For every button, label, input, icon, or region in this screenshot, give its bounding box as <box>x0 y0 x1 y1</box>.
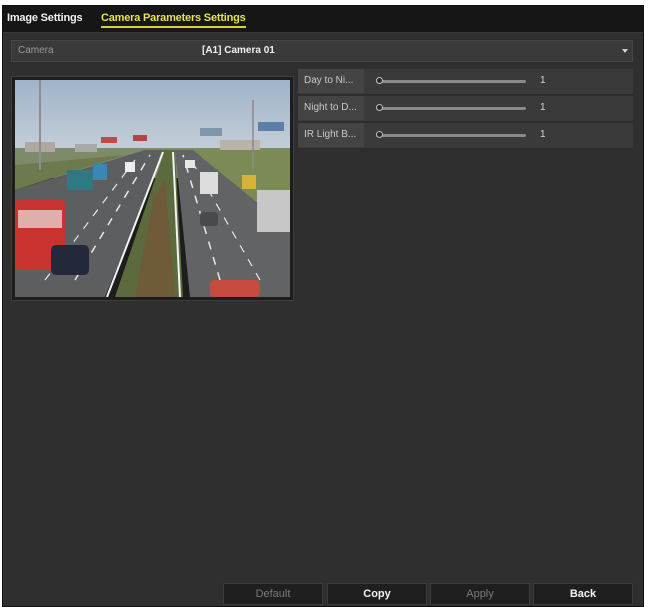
active-tab-underline <box>101 26 246 28</box>
camera-parameters-window: Image Settings Camera Parameters Setting… <box>2 5 644 607</box>
param-value-night-to-day: 1 <box>540 102 546 113</box>
param-label-night-to-day: Night to D... <box>298 96 364 120</box>
param-value-day-to-night: 1 <box>540 75 546 86</box>
param-value-ir-light: 1 <box>540 129 546 140</box>
tab-camera-parameters-settings[interactable]: Camera Parameters Settings <box>101 12 246 28</box>
tab-bar: Image Settings Camera Parameters Setting… <box>3 6 643 33</box>
action-button-bar: Default Copy Apply Back <box>223 583 643 605</box>
param-label-ir-light: IR Light B... <box>298 123 364 147</box>
ir-light-slider[interactable] <box>376 131 526 138</box>
apply-button[interactable]: Apply <box>430 583 530 605</box>
default-button[interactable]: Default <box>223 583 323 605</box>
highway-preview-image <box>15 80 290 297</box>
camera-selected-value: [A1] Camera 01 <box>202 45 275 56</box>
copy-button[interactable]: Copy <box>327 583 427 605</box>
back-button[interactable]: Back <box>533 583 633 605</box>
camera-selector-row: Camera [A1] Camera 01 <box>11 40 633 62</box>
slider-knob[interactable] <box>376 77 383 84</box>
param-row-night-to-day: Night to D... 1 <box>298 96 633 122</box>
chevron-down-icon <box>622 49 628 53</box>
tab-image-settings-label: Image Settings <box>7 12 83 24</box>
parameter-panel: Day to Ni... 1 Night to D... 1 IR Light … <box>298 69 633 150</box>
camera-dropdown[interactable]: [A1] Camera 01 <box>202 41 632 61</box>
param-row-ir-light: IR Light B... 1 <box>298 123 633 149</box>
camera-label: Camera <box>18 45 54 56</box>
tab-image-settings[interactable]: Image Settings <box>7 12 83 24</box>
param-label-day-to-night: Day to Ni... <box>298 69 364 93</box>
tab-camera-parameters-label: Camera Parameters Settings <box>101 12 246 24</box>
param-row-day-to-night: Day to Ni... 1 <box>298 69 633 95</box>
night-to-day-slider[interactable] <box>376 104 526 111</box>
slider-knob[interactable] <box>376 131 383 138</box>
slider-knob[interactable] <box>376 104 383 111</box>
day-to-night-slider[interactable] <box>376 77 526 84</box>
camera-preview <box>11 76 294 301</box>
